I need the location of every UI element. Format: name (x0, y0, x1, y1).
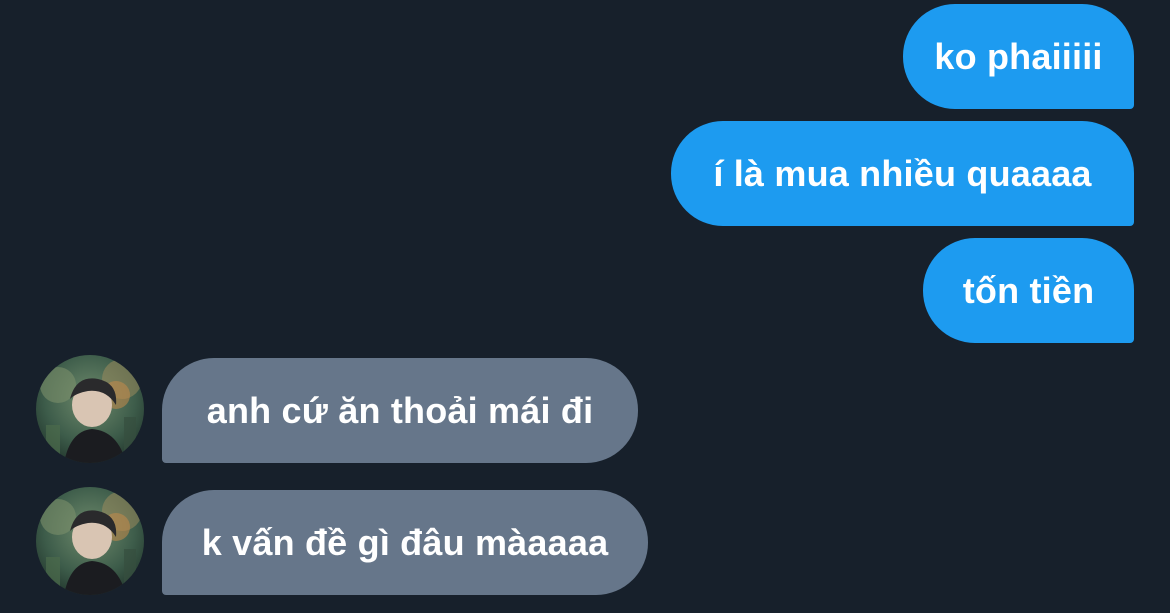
message-text: ko phaiiiii (934, 35, 1103, 77)
received-message-bubble[interactable]: k vấn đề gì đâu màaaaa (162, 490, 648, 595)
sent-message-bubble[interactable]: ko phaiiiii (903, 4, 1134, 109)
contact-avatar[interactable] (36, 487, 144, 595)
message-text: anh cứ ăn thoải mái đi (206, 389, 594, 431)
sent-message-bubble[interactable]: tốn tiền (923, 238, 1134, 343)
chat-thread: ko phaiiiii í là mua nhiều quaaaa tốn ti… (0, 0, 1170, 613)
message-text: k vấn đề gì đâu màaaaa (201, 521, 609, 563)
contact-avatar[interactable] (36, 355, 144, 463)
sent-message-bubble[interactable]: í là mua nhiều quaaaa (671, 121, 1134, 226)
received-message-bubble[interactable]: anh cứ ăn thoải mái đi (162, 358, 638, 463)
avatar-photo-icon (36, 487, 144, 595)
message-text: tốn tiền (962, 269, 1095, 311)
avatar-photo-icon (36, 355, 144, 463)
message-text: í là mua nhiều quaaaa (713, 152, 1092, 194)
